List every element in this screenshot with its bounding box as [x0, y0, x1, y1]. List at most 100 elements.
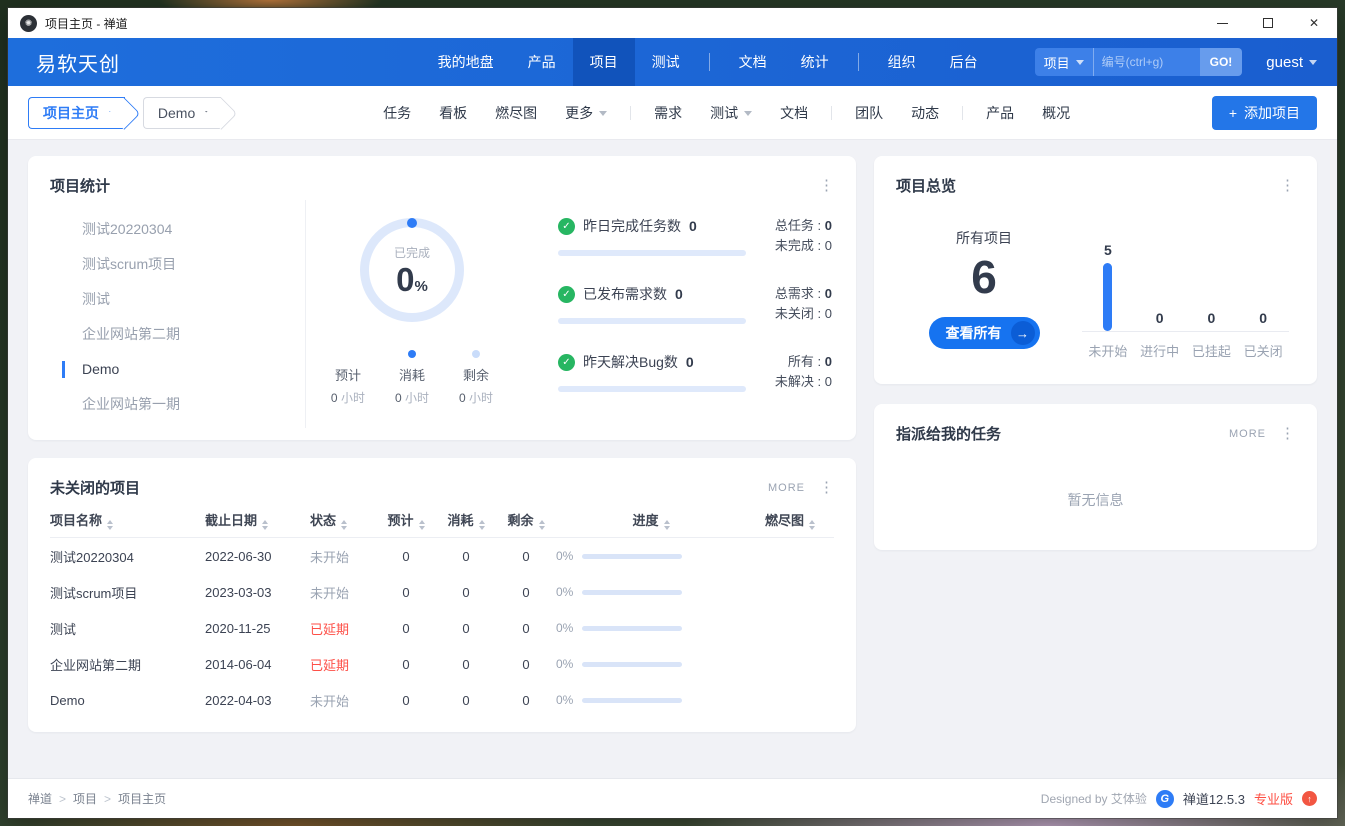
more-link[interactable]: MORE	[768, 482, 805, 494]
column-header-estimate[interactable]: 预计	[376, 510, 436, 530]
close-button[interactable]: ✕	[1291, 8, 1337, 38]
menu-item-product[interactable]: 产品	[972, 103, 1028, 123]
panel-title: 指派给我的任务	[896, 423, 1001, 444]
category-label: 进行中	[1134, 341, 1186, 360]
search-go-button[interactable]: GO!	[1200, 48, 1243, 76]
footer-crumb-project[interactable]: 项目	[73, 790, 97, 807]
legend-label: 预计	[335, 365, 361, 384]
sort-icon	[262, 520, 268, 530]
nav-item-report[interactable]: 统计	[784, 38, 846, 86]
column-header-consumed[interactable]: 消耗	[436, 510, 496, 530]
project-list-item[interactable]: Demo	[50, 352, 305, 387]
legend-value: 0 小时	[459, 389, 493, 406]
search-scope-select[interactable]: 项目	[1035, 48, 1093, 76]
menu-item-story[interactable]: 需求	[640, 103, 696, 123]
status-cell: 未开始	[310, 691, 376, 710]
crumb-project-home[interactable]: 项目主页	[28, 97, 125, 129]
footer-crumb-project-home[interactable]: 项目主页	[118, 790, 166, 807]
column-header-progress[interactable]: 进度	[556, 510, 746, 530]
version-text[interactable]: 禅道12.5.3	[1183, 789, 1245, 808]
side-stat: 总任务 : 0	[775, 216, 832, 236]
donut-legend: 预计 0 小时 消耗 0 小时 剩余 0 小时	[331, 350, 493, 406]
project-name-cell[interactable]: Demo	[50, 693, 205, 708]
column-label: 预计	[387, 513, 413, 528]
side-value: 0	[825, 218, 832, 233]
bar-value: 5	[1104, 242, 1112, 258]
right-column: 项目总览 ⋮ 所有项目 6 查看所有 →	[874, 156, 1317, 778]
side-stat: 未完成 : 0	[775, 236, 832, 256]
nav-item-product[interactable]: 产品	[511, 38, 573, 86]
breadcrumb: 项目主页 Demo	[28, 97, 221, 129]
project-list: 测试20220304 测试scrum项目 测试 企业网站第二期 Demo 企业网…	[50, 200, 306, 428]
column-header-burndown[interactable]: 燃尽图	[746, 510, 834, 530]
project-list-item[interactable]: 测试20220304	[50, 212, 305, 247]
menu-label: 更多	[565, 105, 593, 121]
menu-item-dynamic[interactable]: 动态	[897, 103, 953, 123]
side-label: 总任务	[775, 218, 814, 233]
project-name-cell[interactable]: 测试scrum项目	[50, 583, 205, 602]
kebab-menu-icon[interactable]: ⋮	[819, 178, 834, 193]
menu-item-burndown[interactable]: 燃尽图	[481, 103, 551, 123]
menu-item-overview[interactable]: 概况	[1028, 103, 1084, 123]
menu-item-kanban[interactable]: 看板	[425, 103, 481, 123]
edition-link[interactable]: 专业版	[1254, 789, 1293, 808]
menu-item-test[interactable]: 测试	[696, 103, 766, 123]
designed-by-text: Designed by 艾体验	[1041, 790, 1147, 807]
status-cell: 已延期	[310, 655, 376, 674]
kebab-menu-icon[interactable]: ⋮	[1280, 426, 1295, 441]
kebab-menu-icon[interactable]: ⋮	[819, 480, 834, 495]
bar-value: 0	[1259, 310, 1267, 326]
project-name-cell[interactable]: 测试	[50, 619, 205, 638]
nav-item-my[interactable]: 我的地盘	[421, 38, 511, 86]
crumb-current-project[interactable]: Demo	[143, 97, 221, 129]
search-scope-label: 项目	[1044, 53, 1070, 72]
nav-divider	[709, 53, 710, 71]
upgrade-icon[interactable]: ↑	[1302, 791, 1317, 806]
more-link[interactable]: MORE	[1229, 428, 1266, 440]
panel-title: 未关闭的项目	[50, 477, 140, 498]
estimate-cell: 0	[376, 621, 436, 636]
menu-item-doc[interactable]: 文档	[766, 103, 822, 123]
view-all-label: 查看所有	[946, 323, 1002, 343]
nav-item-project[interactable]: 项目	[573, 38, 635, 86]
project-list-item[interactable]: 企业网站第一期	[50, 387, 305, 422]
bar	[1103, 263, 1112, 331]
donut-label: 已完成	[394, 244, 430, 261]
view-all-button[interactable]: 查看所有 →	[929, 317, 1040, 349]
panel-header: 项目统计 ⋮	[28, 156, 856, 196]
footer-breadcrumb: 禅道 > 项目 > 项目主页	[28, 790, 166, 807]
project-overview-panel: 项目总览 ⋮ 所有项目 6 查看所有 →	[874, 156, 1317, 384]
nav-item-admin[interactable]: 后台	[933, 38, 995, 86]
nav-item-org[interactable]: 组织	[871, 38, 933, 86]
menu-item-task[interactable]: 任务	[369, 103, 425, 123]
user-name: guest	[1266, 54, 1303, 71]
menu-divider	[962, 106, 963, 120]
remaining-cell: 0	[496, 585, 556, 600]
legend-number: 0	[395, 391, 402, 405]
my-tasks-empty-state: 暂无信息	[874, 444, 1317, 556]
project-name-cell[interactable]: 企业网站第二期	[50, 655, 205, 674]
user-menu[interactable]: guest	[1266, 54, 1317, 71]
estimate-cell: 0	[376, 657, 436, 672]
column-header-remaining[interactable]: 剩余	[496, 510, 556, 530]
metric-side-stats: 总任务 : 0 未完成 : 0	[775, 216, 834, 256]
menu-item-more[interactable]: 更多	[551, 103, 621, 123]
project-name-cell[interactable]: 测试20220304	[50, 547, 205, 566]
project-list-item[interactable]: 测试scrum项目	[50, 247, 305, 282]
minimize-button[interactable]	[1199, 8, 1245, 38]
column-header-deadline[interactable]: 截止日期	[205, 510, 310, 530]
add-project-button[interactable]: + 添加项目	[1212, 96, 1317, 130]
project-list-item[interactable]: 企业网站第二期	[50, 317, 305, 352]
nav-item-test[interactable]: 测试	[635, 38, 697, 86]
column-header-name[interactable]: 项目名称	[50, 510, 205, 530]
search-input[interactable]	[1094, 55, 1200, 69]
side-value: 0	[825, 374, 832, 389]
menu-divider	[630, 106, 631, 120]
kebab-menu-icon[interactable]: ⋮	[1280, 178, 1295, 193]
maximize-button[interactable]	[1245, 8, 1291, 38]
nav-item-doc[interactable]: 文档	[722, 38, 784, 86]
column-header-status[interactable]: 状态	[310, 510, 376, 530]
menu-item-team[interactable]: 团队	[841, 103, 897, 123]
project-list-item[interactable]: 测试	[50, 282, 305, 317]
footer-crumb-home[interactable]: 禅道	[28, 790, 52, 807]
